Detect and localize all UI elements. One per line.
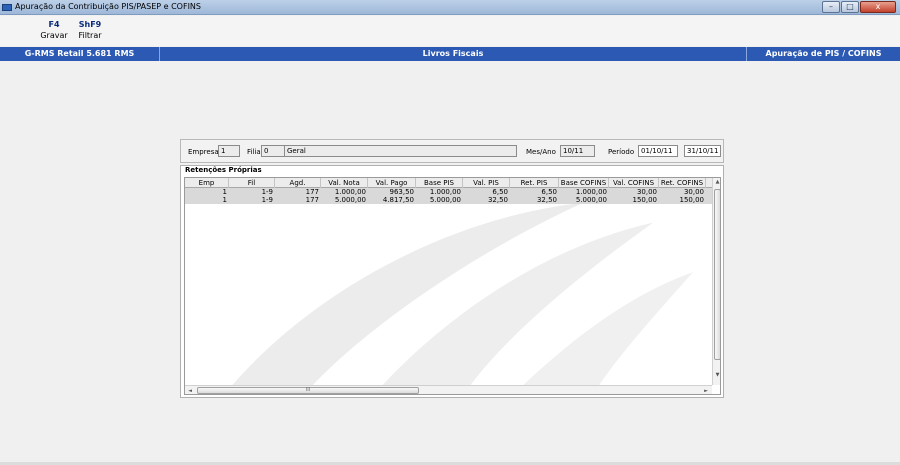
col-header[interactable]: Agd. [275, 178, 321, 188]
scroll-down-icon[interactable]: ▼ [713, 371, 720, 380]
cell-base-pis: 5.000,00 [429, 196, 461, 204]
cell-ret-cofins: 30,00 [683, 188, 704, 196]
horizontal-scrollbar[interactable]: ◄ III ► [185, 385, 712, 394]
filter-button[interactable]: ShF9 Filtrar [72, 20, 108, 40]
cell-fil: 1-9 [261, 196, 273, 204]
col-header[interactable]: Val. COFINS [609, 178, 659, 188]
title-bar: Apuração da Contribuição PIS/PASEP e COF… [0, 0, 900, 15]
table-row[interactable]: 1 1-9 177 5.000,00 4.817,50 5.000,00 32,… [185, 196, 712, 204]
cell-val-pago: 4.817,50 [382, 196, 414, 204]
grid-header: Emp Fil Agd. Val. Nota Val. Pago Base PI… [185, 178, 712, 188]
panel-title: Retenções Próprias [185, 166, 262, 174]
filter-bar: Empresa 1 Filial 0 Geral Mes/Ano 10/11 P… [180, 139, 724, 163]
cell-val-nota: 5.000,00 [334, 196, 366, 204]
col-header[interactable]: Base PIS [416, 178, 463, 188]
watermark-logo [224, 202, 694, 394]
window-title: Apuração da Contribuição PIS/PASEP e COF… [15, 2, 201, 11]
filial-name-field: Geral [284, 145, 517, 157]
cell-ret-cofins: 150,00 [679, 196, 705, 204]
mesano-label: Mes/Ano [526, 148, 556, 156]
col-header[interactable]: Emp [185, 178, 229, 188]
close-button[interactable]: x [860, 1, 896, 13]
periodo-start-field[interactable]: 01/10/11 [638, 145, 678, 157]
scroll-left-icon[interactable]: ◄ [185, 386, 195, 394]
save-button[interactable]: F4 Gravar [36, 20, 72, 40]
minimize-button[interactable]: – [822, 1, 840, 13]
table-row[interactable]: 1 1-9 177 1.000,00 963,50 1.000,00 6,50 … [185, 188, 712, 196]
filter-shortcut: ShF9 [78, 20, 102, 29]
system-name: G-RMS Retail 5.681 RMS [0, 47, 160, 61]
cell-emp: 1 [222, 188, 227, 196]
vertical-scroll-thumb[interactable] [714, 189, 720, 360]
horizontal-scroll-thumb[interactable]: III [197, 387, 419, 394]
empresa-field[interactable]: 1 [218, 145, 240, 157]
cell-emp: 1 [222, 196, 227, 204]
vertical-scrollbar[interactable]: ▲ ▼ [712, 178, 720, 385]
scroll-right-icon[interactable]: ► [701, 386, 711, 394]
cell-base-cofins: 5.000,00 [575, 196, 607, 204]
app-icon [2, 4, 12, 11]
cell-ret-pis: 6,50 [541, 188, 557, 196]
cell-val-pago: 963,50 [389, 188, 415, 196]
screen-name: Apuração de PIS / COFINS [746, 47, 900, 61]
cell-fil: 1-9 [261, 188, 273, 196]
cell-agd: 177 [305, 196, 319, 204]
toolbar: F4 Gravar ShF9 Filtrar [0, 16, 900, 46]
cell-agd: 177 [305, 188, 319, 196]
col-header[interactable]: Ret. PIS [510, 178, 559, 188]
cell-val-pis: 6,50 [492, 188, 508, 196]
col-header[interactable]: Base COFINS [559, 178, 609, 188]
periodo-end-field[interactable]: 31/10/11 [684, 145, 721, 157]
col-header[interactable]: Val. Pago [368, 178, 416, 188]
cell-val-cofins: 150,00 [632, 196, 658, 204]
scroll-up-icon[interactable]: ▲ [713, 178, 720, 187]
col-header[interactable]: Val. Nota [321, 178, 368, 188]
cell-val-nota: 1.000,00 [334, 188, 366, 196]
retencoes-grid[interactable]: Emp Fil Agd. Val. Nota Val. Pago Base PI… [184, 177, 721, 395]
cell-val-pis: 32,50 [487, 196, 508, 204]
retencoes-panel: Retenções Próprias Emp Fil Agd. Val. Not… [180, 165, 724, 398]
cell-val-cofins: 30,00 [636, 188, 657, 196]
mesano-field[interactable]: 10/11 [560, 145, 595, 157]
col-header[interactable]: Fil [229, 178, 275, 188]
periodo-label: Período [608, 148, 635, 156]
save-shortcut: F4 [48, 20, 60, 29]
cell-base-cofins: 1.000,00 [575, 188, 607, 196]
empresa-label: Empresa [188, 148, 219, 156]
maximize-button[interactable]: □ [841, 1, 859, 13]
col-header[interactable]: Ret. COFINS [659, 178, 706, 188]
module-name: Livros Fiscais [422, 49, 484, 58]
col-header[interactable]: Val. PIS [463, 178, 510, 188]
module-header: G-RMS Retail 5.681 RMS Livros Fiscais Ap… [0, 47, 900, 61]
cell-base-pis: 1.000,00 [429, 188, 461, 196]
save-label: Gravar [40, 31, 68, 40]
filter-label: Filtrar [78, 31, 102, 40]
cell-ret-pis: 32,50 [536, 196, 557, 204]
